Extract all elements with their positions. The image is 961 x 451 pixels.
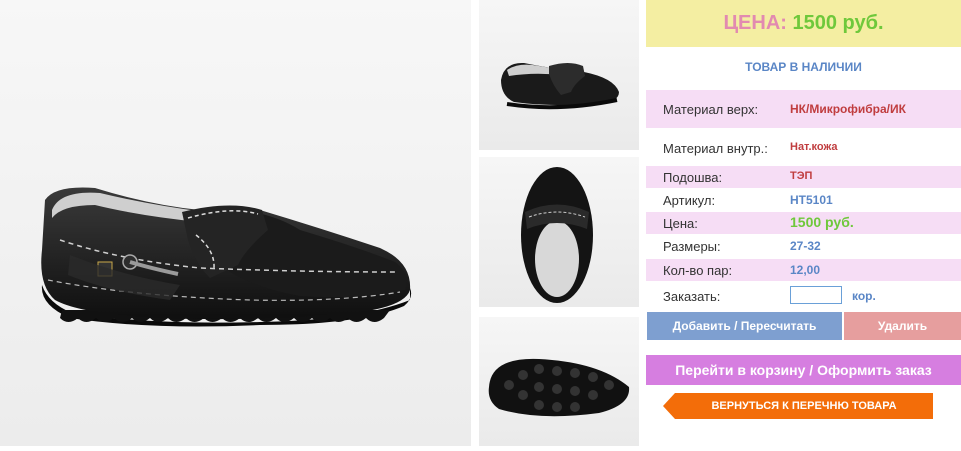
delete-button[interactable]: Удалить — [844, 312, 961, 340]
spec-value: НК/Микрофибра/ИК — [790, 102, 906, 116]
shoe-side-view — [41, 187, 412, 327]
quantity-input[interactable] — [790, 286, 842, 304]
spec-row-pairs: Кол-во пар: 12,00 — [646, 259, 961, 281]
spec-label: Артикул: — [663, 193, 716, 208]
price-value: 1500 руб. — [792, 12, 884, 34]
spec-row-sizes: Размеры: 27-32 — [646, 235, 961, 257]
spec-value: Нат.кожа — [790, 141, 838, 153]
order-row: Заказать: кор. — [646, 285, 961, 307]
order-unit: кор. — [852, 289, 876, 303]
shoe-inside-view-thumbnail — [521, 167, 593, 303]
price-banner: ЦЕНА: 1500 руб. — [646, 0, 961, 47]
spec-label: Цена: — [663, 216, 698, 231]
back-to-list-button[interactable]: ВЕРНУТЬСЯ К ПЕРЕЧНЮ ТОВАРА — [663, 393, 933, 419]
thumbnail-top-view[interactable] — [479, 157, 639, 307]
spec-label: Размеры: — [663, 239, 721, 254]
stock-status: ТОВАР В НАЛИЧИИ — [745, 60, 862, 74]
price-label: ЦЕНА: — [723, 12, 787, 34]
spec-row-sole: Подошва: ТЭП — [646, 166, 961, 188]
spec-row-price: Цена: 1500 руб. — [646, 212, 961, 234]
spec-row-upper-material: Материал верх: НК/Микрофибра/ИК — [646, 90, 961, 128]
add-recalculate-button[interactable]: Добавить / Пересчитать — [647, 312, 842, 340]
arrow-left-icon — [663, 393, 675, 419]
shoe-top-view-thumbnail — [501, 62, 619, 110]
thumbnail-sole-view[interactable] — [479, 317, 639, 446]
spec-label: Кол-во пар: — [663, 263, 733, 278]
spec-label: Материал верх: — [663, 102, 759, 117]
spec-row-inner-material: Материал внутр.: Нат.кожа — [646, 128, 961, 166]
shoe-sole-view-thumbnail — [488, 358, 630, 417]
spec-value: НТ5101 — [790, 193, 833, 207]
back-button-label: ВЕРНУТЬСЯ К ПЕРЕЧНЮ ТОВАРА — [711, 400, 897, 412]
go-to-cart-button[interactable]: Перейти в корзину / Оформить заказ — [646, 355, 961, 385]
spec-row-article: Артикул: НТ5101 — [646, 189, 961, 211]
spec-label: Материал внутр.: — [663, 141, 768, 156]
thumbnail-side-view[interactable] — [479, 0, 639, 150]
order-label: Заказать: — [663, 289, 721, 304]
spec-value: ТЭП — [790, 170, 813, 182]
spec-label: Подошва: — [663, 170, 723, 185]
spec-value: 1500 руб. — [790, 214, 854, 230]
product-info-panel: ЦЕНА: 1500 руб. ТОВАР В НАЛИЧИИ Материал… — [646, 0, 961, 446]
spec-value: 27-32 — [790, 239, 821, 253]
product-main-image — [0, 0, 471, 446]
spec-value: 12,00 — [790, 263, 821, 277]
